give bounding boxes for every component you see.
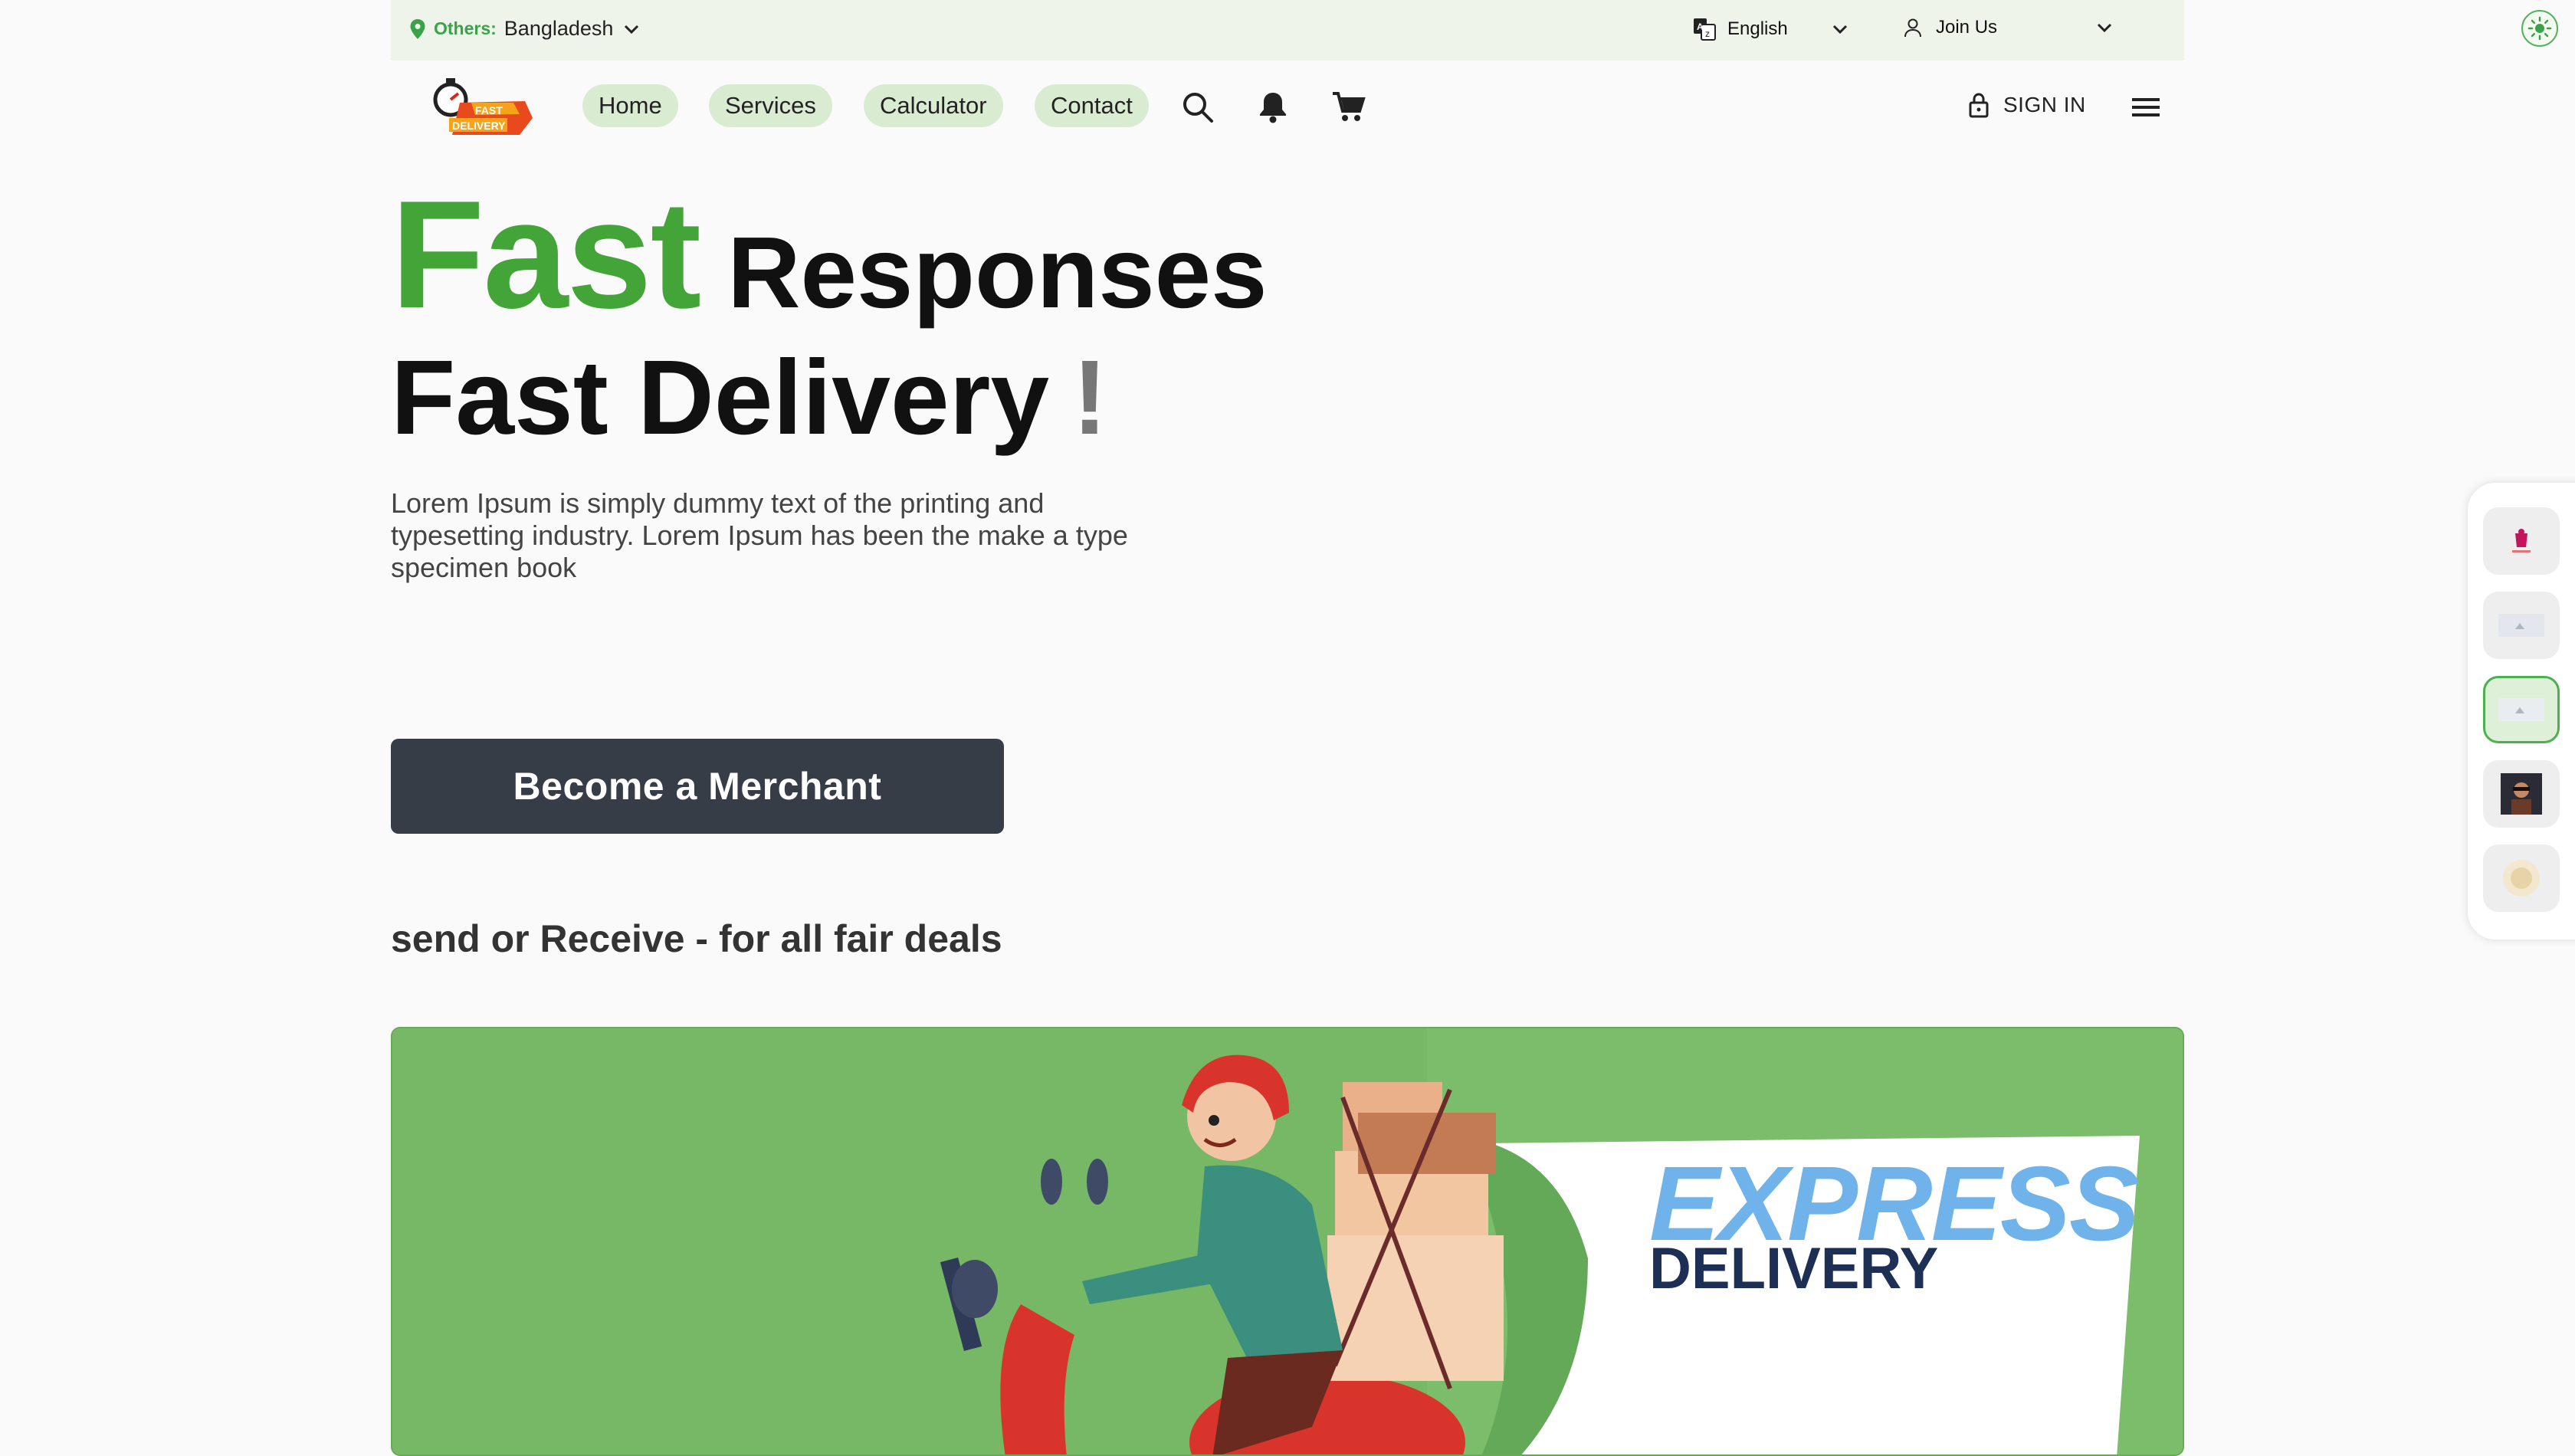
language-selector[interactable]: Az English	[1692, 17, 1851, 41]
thumbnail-2[interactable]	[2483, 592, 2560, 659]
hero-description: Lorem Ipsum is simply dummy text of the …	[391, 487, 1128, 583]
thumbnail-image	[2512, 529, 2531, 553]
hero-word-responses: Responses	[727, 216, 1268, 329]
join-us-dropdown[interactable]: Join Us	[1902, 17, 2115, 38]
hero-exclaim: !	[1072, 339, 1108, 457]
join-us-label: Join Us	[1936, 17, 1998, 38]
svg-text:z: z	[1705, 28, 1710, 39]
language-label: English	[1727, 18, 1788, 39]
thumbnail-image	[2503, 860, 2540, 897]
main-nav: FAST DELIVERY Home Services Calculator C…	[391, 63, 2184, 151]
sun-icon	[2527, 16, 2552, 41]
thumbnail-image	[2498, 614, 2544, 637]
nav-contact[interactable]: Contact	[1035, 84, 1149, 127]
thumbnail-image	[2498, 698, 2544, 721]
location-pin-icon	[410, 18, 425, 39]
user-icon	[1904, 18, 1921, 38]
thumbnail-5[interactable]	[2483, 844, 2560, 912]
svg-text:A: A	[1697, 21, 1704, 32]
search-icon[interactable]	[1180, 90, 1215, 125]
chevron-down-icon	[2097, 23, 2112, 33]
location-value: Bangladesh	[504, 17, 614, 40]
cart-icon[interactable]	[1330, 90, 1366, 125]
hero-tagline: send or Receive - for all fair deals	[391, 917, 1002, 960]
brand-logo[interactable]: FAST DELIVERY	[429, 72, 536, 138]
chevron-down-icon	[1832, 25, 1847, 34]
nav-calculator[interactable]: Calculator	[864, 84, 1003, 127]
thumbnail-image	[2501, 773, 2542, 815]
hero-word-fast: Fast	[391, 169, 701, 340]
hero-heading-line1: Fast Responses	[391, 167, 1268, 343]
nav-services[interactable]: Services	[709, 84, 832, 127]
thumbnail-4[interactable]	[2483, 760, 2560, 828]
banner-subtitle: DELIVERY	[1649, 1236, 1939, 1301]
location-label: Others:	[434, 18, 497, 38]
bell-icon[interactable]	[1255, 90, 1291, 125]
nav-home[interactable]: Home	[582, 84, 678, 127]
hero-fast-delivery: Fast Delivery	[391, 339, 1050, 457]
theme-toggle[interactable]	[2521, 10, 2558, 47]
thumbnail-1[interactable]	[2483, 507, 2560, 575]
top-bar: Others: Bangladesh Az English Join Us	[391, 0, 2558, 61]
logo-text-top: FAST	[475, 104, 503, 116]
express-delivery-banner: EXPRESS DELIVERY	[391, 1027, 2184, 1456]
sign-in-button[interactable]: SIGN IN	[1968, 92, 2086, 118]
logo-text-bottom: DELIVERY	[452, 120, 506, 132]
hero-heading-line2: Fast Delivery!	[391, 337, 1107, 459]
lock-icon	[1969, 93, 1989, 118]
chevron-down-icon	[625, 25, 639, 34]
location-selector[interactable]: Others: Bangladesh	[409, 17, 642, 41]
thumbnail-3-active[interactable]	[2483, 676, 2560, 743]
side-thumbnail-panel	[2468, 483, 2575, 940]
become-merchant-button[interactable]: Become a Merchant	[391, 739, 1004, 834]
menu-icon[interactable]	[2131, 95, 2161, 120]
sign-in-label: SIGN IN	[2003, 93, 2086, 116]
translate-icon: Az	[1694, 18, 1716, 41]
